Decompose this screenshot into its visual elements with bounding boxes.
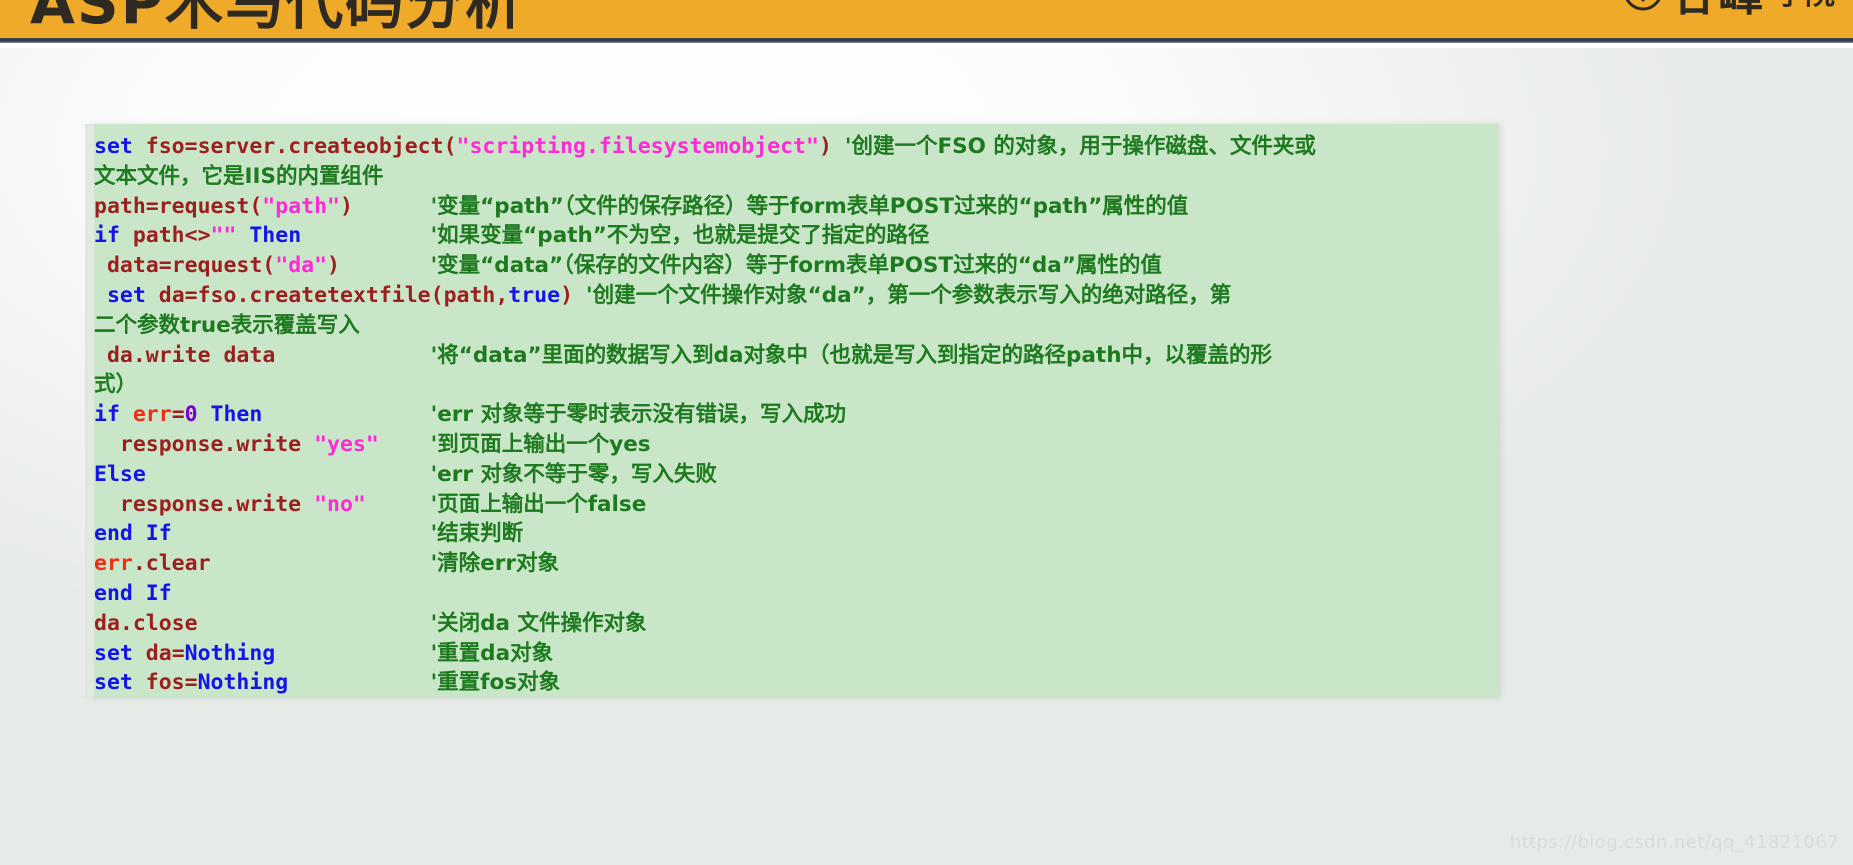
brand-name: 谷峰	[1671, 0, 1765, 24]
code-listing: set fso=server.createobject("scripting.f…	[94, 134, 1316, 696]
code-block-panel: set fso=server.createobject("scripting.f…	[88, 124, 1498, 698]
slide-title: ASP木马代码分析	[30, 0, 526, 37]
brand-lockup: 谷峰 学院	[1623, 0, 1835, 24]
banner-divider	[0, 38, 1853, 43]
slide-title-banner: ASP木马代码分析 谷峰 学院	[0, 0, 1853, 38]
slide-canvas: ASP木马代码分析 谷峰 学院 set fso=server.createobj…	[0, 0, 1853, 865]
brand-suffix: 学院	[1775, 0, 1835, 13]
down-arrow-badge-icon	[1623, 0, 1663, 11]
csdn-watermark: https://blog.csdn.net/qq_41821067	[1509, 832, 1839, 853]
